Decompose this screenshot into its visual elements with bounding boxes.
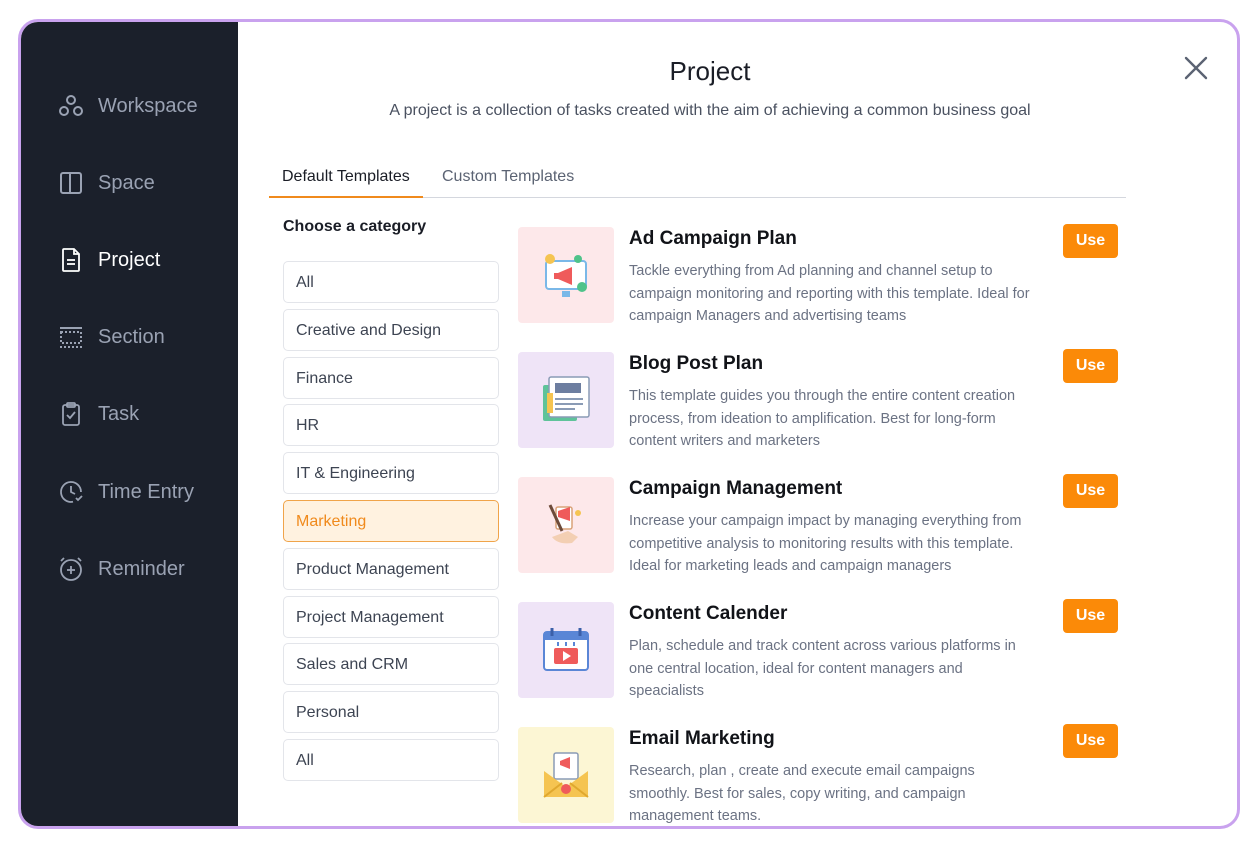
use-template-button[interactable]: Use [1063,224,1118,258]
template-description: Plan, schedule and track content across … [629,638,1016,699]
content-calendar-icon [543,628,589,671]
template-description: Research, plan , create and execute emai… [629,763,975,824]
sidebar-item-workspace[interactable]: Workspace [58,91,198,121]
tab-default-templates[interactable]: Default Templates [269,168,423,198]
use-template-button[interactable]: Use [1063,599,1118,633]
sidebar-item-label: Reminder [98,557,185,580]
category-item-creative-and-design[interactable]: Creative and Design [283,308,499,351]
category-item-personal[interactable]: Personal [283,691,499,734]
campaign-management-icon [548,504,581,544]
reminder-icon [58,556,84,582]
category-list: All Creative and Design Finance HR IT & … [283,261,499,787]
tab-custom-templates[interactable]: Custom Templates [442,168,574,198]
modal-frame: Workspace Space Project Section Task Tim… [18,19,1240,829]
category-item-product-management[interactable]: Product Management [283,547,499,590]
workspace-icon [58,93,84,119]
section-icon [58,324,84,350]
template-thumbnail [518,477,614,573]
template-card: Email Marketing Research, plan , create … [518,724,1118,826]
sidebar-item-label: Time Entry [98,480,194,503]
template-title: Blog Post Plan [629,353,764,374]
project-icon [58,247,84,273]
sidebar: Workspace Space Project Section Task Tim… [21,22,238,826]
sidebar-item-time-entry[interactable]: Time Entry [58,477,194,507]
template-title: Ad Campaign Plan [629,228,797,249]
template-thumbnail [518,727,614,823]
sidebar-item-label: Section [98,325,165,348]
template-thumbnail [518,227,614,323]
category-item-marketing[interactable]: Marketing [283,499,499,542]
category-item-project-management[interactable]: Project Management [283,595,499,638]
time-entry-icon [58,479,84,505]
page-subtitle: A project is a collection of tasks creat… [389,102,1031,119]
close-button[interactable] [1181,53,1211,83]
category-item-hr[interactable]: HR [283,404,499,447]
page-title: Project [669,56,751,86]
category-item-all-2[interactable]: All [283,738,499,781]
template-tabs: Default Templates Custom Templates [269,165,1126,198]
sidebar-item-task[interactable]: Task [58,399,139,429]
category-item-it-engineering[interactable]: IT & Engineering [283,452,499,495]
template-description: Increase your campaign impact by managin… [629,513,1022,574]
use-template-button[interactable]: Use [1063,474,1118,508]
template-card: Content Calender Plan, schedule and trac… [518,599,1118,712]
email-marketing-icon [543,752,589,798]
template-title: Email Marketing [629,728,775,749]
sidebar-item-label: Task [98,402,140,425]
template-thumbnail [518,352,614,448]
sidebar-item-label: Workspace [98,94,198,117]
close-icon [1184,56,1208,80]
sidebar-item-label: Project [98,248,161,271]
category-item-sales-and-crm[interactable]: Sales and CRM [283,643,499,686]
sidebar-item-space[interactable]: Space [58,168,155,198]
sidebar-item-reminder[interactable]: Reminder [58,554,185,584]
category-heading: Choose a category [283,218,427,235]
use-template-button[interactable]: Use [1063,349,1118,383]
template-thumbnail [518,602,614,698]
category-item-finance[interactable]: Finance [283,356,499,399]
template-description: This template guides you through the ent… [629,388,1016,449]
space-icon [58,170,84,196]
template-description: Tackle everything from Ad planning and c… [629,263,1030,324]
use-template-button[interactable]: Use [1063,724,1118,758]
template-title: Content Calender [629,603,788,624]
template-card: Blog Post Plan This template guides you … [518,349,1118,462]
main-panel: Project A project is a collection of tas… [238,22,1237,826]
sidebar-item-label: Space [98,171,155,194]
sidebar-item-section[interactable]: Section [58,322,165,352]
blog-icon [543,376,590,421]
sidebar-item-project[interactable]: Project [58,245,160,275]
task-icon [58,401,84,427]
template-title: Campaign Management [629,478,843,499]
template-card: Ad Campaign Plan Tackle everything from … [518,224,1118,337]
category-item-all[interactable]: All [283,261,499,303]
template-card: Campaign Management Increase your campai… [518,474,1118,587]
ad-campaign-icon [545,254,587,297]
